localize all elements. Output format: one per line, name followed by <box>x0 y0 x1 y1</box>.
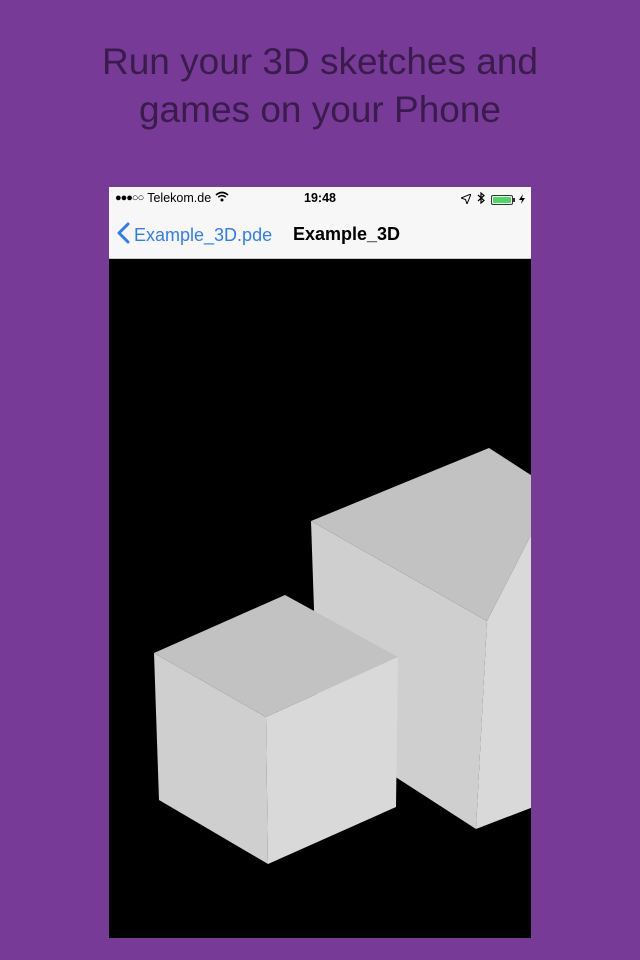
battery-icon <box>491 194 515 205</box>
headline-line-2: games on your Phone <box>138 89 501 130</box>
nav-title: Example_3D <box>293 224 401 244</box>
sketch-canvas[interactable] <box>109 259 531 938</box>
headline: Run your 3D sketches and games on your P… <box>0 38 640 134</box>
back-chevron-icon <box>117 222 134 249</box>
headline-line-1: Run your 3D sketches and <box>101 41 538 82</box>
back-button[interactable]: Example_3D.pde <box>117 222 272 249</box>
bluetooth-icon <box>477 191 485 207</box>
back-button-label: Example_3D.pde <box>134 225 273 245</box>
charging-bolt-icon <box>519 193 525 207</box>
phone-screen: ●●●○○ Telekom.de 19:48 Example_3D.pde Ex… <box>109 187 531 938</box>
status-bar: ●●●○○ Telekom.de 19:48 <box>109 187 531 211</box>
location-arrow-icon <box>459 192 472 207</box>
status-right <box>459 191 525 207</box>
battery-level <box>493 196 511 203</box>
navigation-bar: Example_3D.pde Example_3D <box>109 211 531 259</box>
